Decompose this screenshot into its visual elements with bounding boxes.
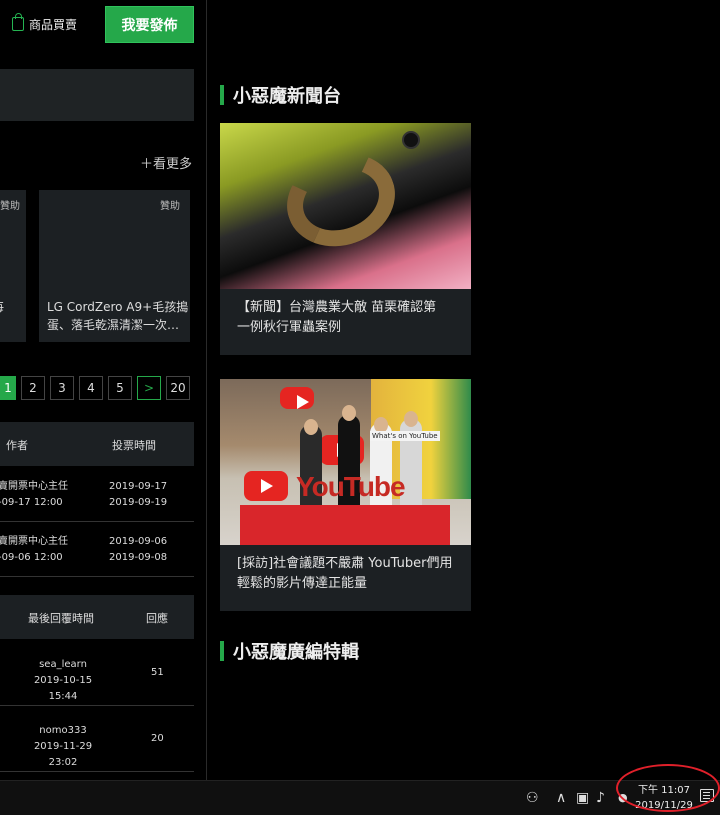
card-text: LG CordZero A9+毛孩搗 蛋、落毛乾濕清潔一次…	[47, 298, 188, 334]
clock-time: 下午 11:07	[638, 785, 690, 796]
product-card[interactable]: 贊助 LG CordZero A9+毛孩搗 蛋、落毛乾濕清潔一次…	[39, 190, 190, 342]
headline-line: [採訪]社會議題不嚴肅 YouTuber們用	[237, 556, 453, 571]
vote-table-header: 作者 投票時間	[0, 422, 194, 466]
notification-icon[interactable]	[700, 789, 714, 802]
title-accent-bar	[220, 641, 224, 661]
news-headline[interactable]: [採訪]社會議題不嚴肅 YouTuber們用 輕鬆的影片傳達正能量	[220, 545, 471, 603]
pagination: 1 2 3 4 5 > 20	[0, 376, 195, 400]
page-button[interactable]: 2	[21, 376, 45, 400]
page-button[interactable]: 20	[166, 376, 190, 400]
ad-section-title: 小惡魔廣編特輯	[220, 641, 359, 663]
page-button[interactable]: 5	[108, 376, 132, 400]
news-image-caterpillar[interactable]	[220, 123, 471, 289]
page-button[interactable]: 4	[79, 376, 103, 400]
news-image-youtubers[interactable]: YouTube What's on YouTube	[220, 379, 471, 545]
sponsor-badge: 贊助	[160, 201, 180, 212]
image-red-table	[240, 505, 450, 545]
ad-title-text: 小惡魔廣編特輯	[233, 642, 359, 663]
youtube-play-icon	[244, 471, 288, 501]
news-title-text: 小惡魔新聞台	[233, 86, 341, 107]
right-column: 小惡魔新聞台 【新聞】台灣農業大敵 苗栗確認第 一例秋行軍蟲案例 YouTube	[208, 0, 720, 780]
people-icon[interactable]: ⚇	[526, 790, 539, 806]
chevron-up-icon[interactable]: ∧	[556, 790, 566, 806]
header-vote-time: 投票時間	[112, 439, 156, 452]
tray-indicator-icon[interactable]: ●	[618, 791, 628, 804]
card-line: 賽每	[0, 298, 4, 316]
volume-icon[interactable]: ♪	[596, 790, 605, 806]
shopping-bag-icon	[12, 13, 24, 31]
image-head	[342, 405, 356, 421]
row-last-reply: sea_learn 2019-10-15 15:44	[33, 659, 93, 702]
sponsor-badge: 贊助	[0, 201, 20, 212]
news-section-title: 小惡魔新聞台	[220, 85, 341, 107]
clock-date: 2019/11/29	[635, 800, 693, 811]
table-row[interactable]: nomo333 2019-11-29 23:02 20	[0, 706, 194, 772]
header-author: 作者	[6, 439, 28, 452]
youtube-logo-icon	[280, 387, 314, 409]
search-bar[interactable]	[0, 69, 194, 121]
page-button[interactable]: 1	[0, 376, 16, 400]
title-accent-bar	[220, 85, 224, 105]
windows-taskbar: ⚇ ∧ ▣ ♪ ● 下午 11:07 2019/11/29	[0, 780, 720, 815]
product-card[interactable]: 贊助 賽每 …	[0, 190, 26, 342]
headline-line: 一例秋行軍蟲案例	[237, 320, 342, 335]
card-text: 賽每 …	[0, 298, 4, 334]
image-head	[304, 419, 318, 435]
shop-link[interactable]: 商品買賣	[12, 13, 78, 34]
next-page-button[interactable]: >	[137, 376, 161, 400]
image-caterpillar	[273, 138, 409, 262]
news-headline[interactable]: 【新聞】台灣農業大敵 苗栗確認第 一例秋行軍蟲案例	[220, 289, 471, 347]
headline-line: 【新聞】台灣農業大敵 苗栗確認第	[237, 300, 437, 315]
left-column: 商品買賣 我要發佈 ＋看更多 贊助 賽每 … 贊助 LG CordZero A9…	[0, 0, 207, 780]
row-author: 賣開票中心主任 -09-17 12:00	[0, 481, 68, 508]
row-reply-count: 20	[151, 733, 164, 744]
row-time: 2019-09-06 2019-09-08	[109, 536, 168, 563]
table-row[interactable]: sea_learn 2019-10-15 15:44 51	[0, 640, 194, 706]
news-card[interactable]: 【新聞】台灣農業大敵 苗栗確認第 一例秋行軍蟲案例	[220, 123, 471, 355]
card-line: …	[0, 316, 4, 334]
headline-line: 輕鬆的影片傳達正能量	[237, 576, 368, 591]
row-author: 賣開票中心主任 -09-06 12:00	[0, 536, 68, 563]
table-row[interactable]: 賣開票中心主任 -09-17 12:00 2019-09-17 2019-09-…	[0, 467, 194, 522]
reply-table-header: 最後回覆時間 回應	[0, 595, 194, 639]
row-last-reply: nomo333 2019-11-29 23:02	[33, 725, 93, 768]
row-reply-count: 51	[151, 667, 164, 678]
publish-button[interactable]: 我要發佈	[105, 6, 194, 43]
shop-label: 商品買賣	[29, 17, 78, 32]
card-line: LG CordZero A9+毛孩搗	[47, 300, 189, 314]
page-button[interactable]: 3	[50, 376, 74, 400]
youtube-wordmark: YouTube	[296, 471, 406, 502]
image-head	[404, 411, 418, 427]
header-last-reply: 最後回覆時間	[28, 612, 94, 625]
header-replies: 回應	[146, 612, 168, 625]
news-card[interactable]: YouTube What's on YouTube [採訪]社會議題不嚴肅 Yo…	[220, 379, 471, 611]
card-line: 蛋、落毛乾濕清潔一次…	[47, 318, 180, 332]
taskbar-clock[interactable]: 下午 11:07 2019/11/29	[630, 783, 698, 813]
row-time: 2019-09-17 2019-09-19	[109, 481, 168, 508]
image-bead	[402, 131, 420, 149]
network-icon[interactable]: ▣	[576, 790, 589, 806]
youtube-sign: What's on YouTube	[370, 431, 440, 441]
table-row[interactable]: 賣開票中心主任 -09-06 12:00 2019-09-06 2019-09-…	[0, 522, 194, 577]
see-more-link[interactable]: ＋看更多	[140, 153, 192, 172]
